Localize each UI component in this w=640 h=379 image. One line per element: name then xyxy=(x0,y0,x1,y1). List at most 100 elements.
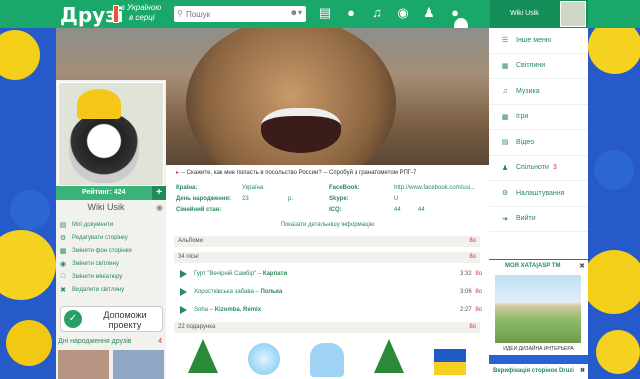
close-icon[interactable]: ✖ xyxy=(580,367,585,374)
friend-photo[interactable] xyxy=(58,350,109,379)
birthday-day: 23 xyxy=(242,196,249,202)
groups-count: 3 xyxy=(552,164,557,172)
right-menu-label: Налаштування xyxy=(516,189,565,197)
search-input[interactable] xyxy=(186,8,278,20)
songs-header[interactable]: 34 пісні 8о xyxy=(174,252,480,263)
video-icon: ▤ xyxy=(501,139,509,147)
songs-label: 34 пісні xyxy=(178,254,199,260)
ad-image[interactable] xyxy=(495,275,581,343)
background-flowers-left xyxy=(0,0,56,379)
country-value[interactable]: Україна xyxy=(242,185,263,191)
profile-menu-item[interactable]: ✖ Видалити світлину xyxy=(58,283,166,296)
icq-value-2: 44 xyxy=(418,207,425,213)
video-icon[interactable]: ▤ xyxy=(318,5,332,21)
gift-snowflake[interactable] xyxy=(248,339,282,377)
track-flag: 8о xyxy=(475,307,482,313)
eye-icon[interactable]: ◉ xyxy=(156,203,163,212)
right-menu-item[interactable]: ♫ Музика xyxy=(489,79,588,105)
user-icon[interactable]: ♟ xyxy=(422,5,436,21)
gear-icon: ⚙ xyxy=(59,234,67,242)
verification-label[interactable]: Верифікація сторінок Druzi xyxy=(493,368,574,374)
profile-menu-item[interactable]: □ Змінити мініатюру xyxy=(58,270,166,283)
profile-menu-item[interactable]: ⚙ Редагувати сторінку xyxy=(58,231,166,244)
search-box: ⚲ ☻▾ xyxy=(174,6,306,22)
birthdays-label: Дні народження друзів xyxy=(58,338,132,345)
albums-header[interactable]: Альбоми 8о xyxy=(174,236,480,247)
site-slogan: з Україною в серці xyxy=(121,3,161,23)
background-flowers-right xyxy=(588,0,640,379)
current-user-name[interactable]: Wiki Usik xyxy=(510,10,539,17)
document-icon: ▤ xyxy=(59,221,67,229)
exit-icon: ➜ xyxy=(502,215,508,223)
track-artist: Soha – xyxy=(194,307,214,313)
gifts-label: 22 подарунка xyxy=(178,324,216,330)
help-project-button[interactable]: ✓ Допоможи проекту xyxy=(60,306,163,332)
rating-label: Рейтинг: 424 xyxy=(82,189,126,196)
track-row[interactable]: Хоростківська забава – Полька 3:06 8о xyxy=(176,285,482,301)
track-duration: 2:27 xyxy=(460,307,472,313)
play-icon[interactable] xyxy=(180,270,187,278)
right-menu-item[interactable]: ▦ Ігри xyxy=(489,105,588,130)
right-menu-item[interactable]: ♟ Спільноти 3 xyxy=(489,156,588,181)
profile-menu-item[interactable]: ▤ Мої документи xyxy=(58,218,166,231)
profile-menu-label: Змінити світлину xyxy=(72,260,119,267)
right-menu-item[interactable]: ⚙ Налаштування xyxy=(489,181,588,207)
music-icon: ♫ xyxy=(502,87,508,95)
search-user-filter-icon[interactable]: ☻▾ xyxy=(290,8,302,17)
right-menu-item[interactable]: ➜ Вийти xyxy=(489,207,588,232)
ad-caption[interactable]: ИДЕИ ДИЗАЙНА ИНТЕРЬЕРА xyxy=(489,346,588,352)
right-menu-label: Інше меню xyxy=(516,36,552,44)
current-user-avatar[interactable] xyxy=(560,1,586,27)
status-text: -- Скажите, как мне попасть в посольство… xyxy=(181,170,417,176)
profile-menu-item[interactable]: ◉ Змінити світлину xyxy=(58,257,166,270)
profile-name: Wiki Usik xyxy=(87,202,125,212)
track-name: Kizomba. Remix xyxy=(214,307,262,313)
profile-menu-item[interactable]: ▦ Змінити фон сторінки xyxy=(58,244,166,257)
verification-block[interactable]: Верифікація сторінок Druzi ✖ xyxy=(489,364,588,379)
globe-icon[interactable]: ◉ xyxy=(396,5,410,21)
right-menu-label: Ігри xyxy=(516,113,529,121)
right-menu-item[interactable]: ▦ Світлини xyxy=(489,54,588,79)
close-icon[interactable]: ✖ xyxy=(579,262,585,270)
add-rating-button[interactable]: + xyxy=(152,186,166,200)
gift-christmas-tree[interactable] xyxy=(186,339,220,377)
list-icon: ☰ xyxy=(501,37,509,45)
facebook-value[interactable]: http://www.facebook.com/usi... xyxy=(394,185,475,191)
rating-bar: Рейтинг: 424 + xyxy=(56,186,166,200)
music-icon[interactable]: ♫ xyxy=(370,5,384,21)
right-menu-column: ☰ Інше меню ▦ Світлини ♫ Музика ▦ Ігри ▤ Віде… xyxy=(489,28,588,259)
track-artist: Гурт "Вечірній Самбір" – xyxy=(194,271,262,277)
track-row[interactable]: Гурт "Вечірній Самбір" – Карпати 3:32 8о xyxy=(176,267,482,283)
play-icon[interactable] xyxy=(180,306,187,314)
ad-title[interactable]: МОЯ ХАТА|ASP TM xyxy=(505,263,560,269)
microphone-icon[interactable]: ● xyxy=(344,5,358,21)
birthday-label: День народження: xyxy=(176,196,231,202)
current-user-box[interactable]: Wiki Usik xyxy=(490,0,588,28)
show-more-info-link[interactable]: Показати детальнішу інформацію xyxy=(166,222,489,228)
track-flag: 8о xyxy=(475,289,482,295)
status-line: ▸ -- Скажите, как мне попасть в посольств… xyxy=(176,169,416,176)
country-label: Країна: xyxy=(176,185,198,191)
icq-label: ICQ: xyxy=(329,207,342,213)
gear-icon: ⚙ xyxy=(501,190,509,198)
gift-ukraine-flag[interactable] xyxy=(434,339,468,377)
friends-birthdays[interactable]: Дні народження друзів 4 xyxy=(58,338,164,345)
help-project-label: Допоможи проекту xyxy=(103,310,147,330)
image-icon: ▦ xyxy=(59,247,67,255)
profile-menu-label: Редагувати сторінку xyxy=(72,234,128,241)
gift-snow-house[interactable] xyxy=(310,339,344,377)
group-icon: ♟ xyxy=(501,164,509,172)
gift-christmas-tree[interactable] xyxy=(372,339,406,377)
right-menu-item[interactable]: ▤ Відео xyxy=(489,130,588,156)
messages-icon[interactable]: ● 2 xyxy=(448,5,468,34)
profile-menu-label: Видалити світлину xyxy=(72,286,125,293)
right-menu: ☰ Інше меню ▦ Світлини ♫ Музика ▦ Ігри ▤ Віде… xyxy=(489,28,588,232)
right-menu-item[interactable]: ☰ Інше меню xyxy=(489,28,588,54)
gifts-count: 8о xyxy=(469,324,476,330)
profile-photo[interactable] xyxy=(58,82,164,186)
friend-photo[interactable] xyxy=(113,350,164,379)
gifts-header[interactable]: 22 подарунка 8о xyxy=(174,322,480,333)
track-row[interactable]: Soha – Kizomba. Remix 2:27 8о xyxy=(176,303,482,319)
play-icon[interactable] xyxy=(180,288,187,296)
ad-block[interactable]: МОЯ ХАТА|ASP TM ✖ ИДЕИ ДИЗАЙНА ИНТЕРЬЕРА xyxy=(489,260,588,355)
